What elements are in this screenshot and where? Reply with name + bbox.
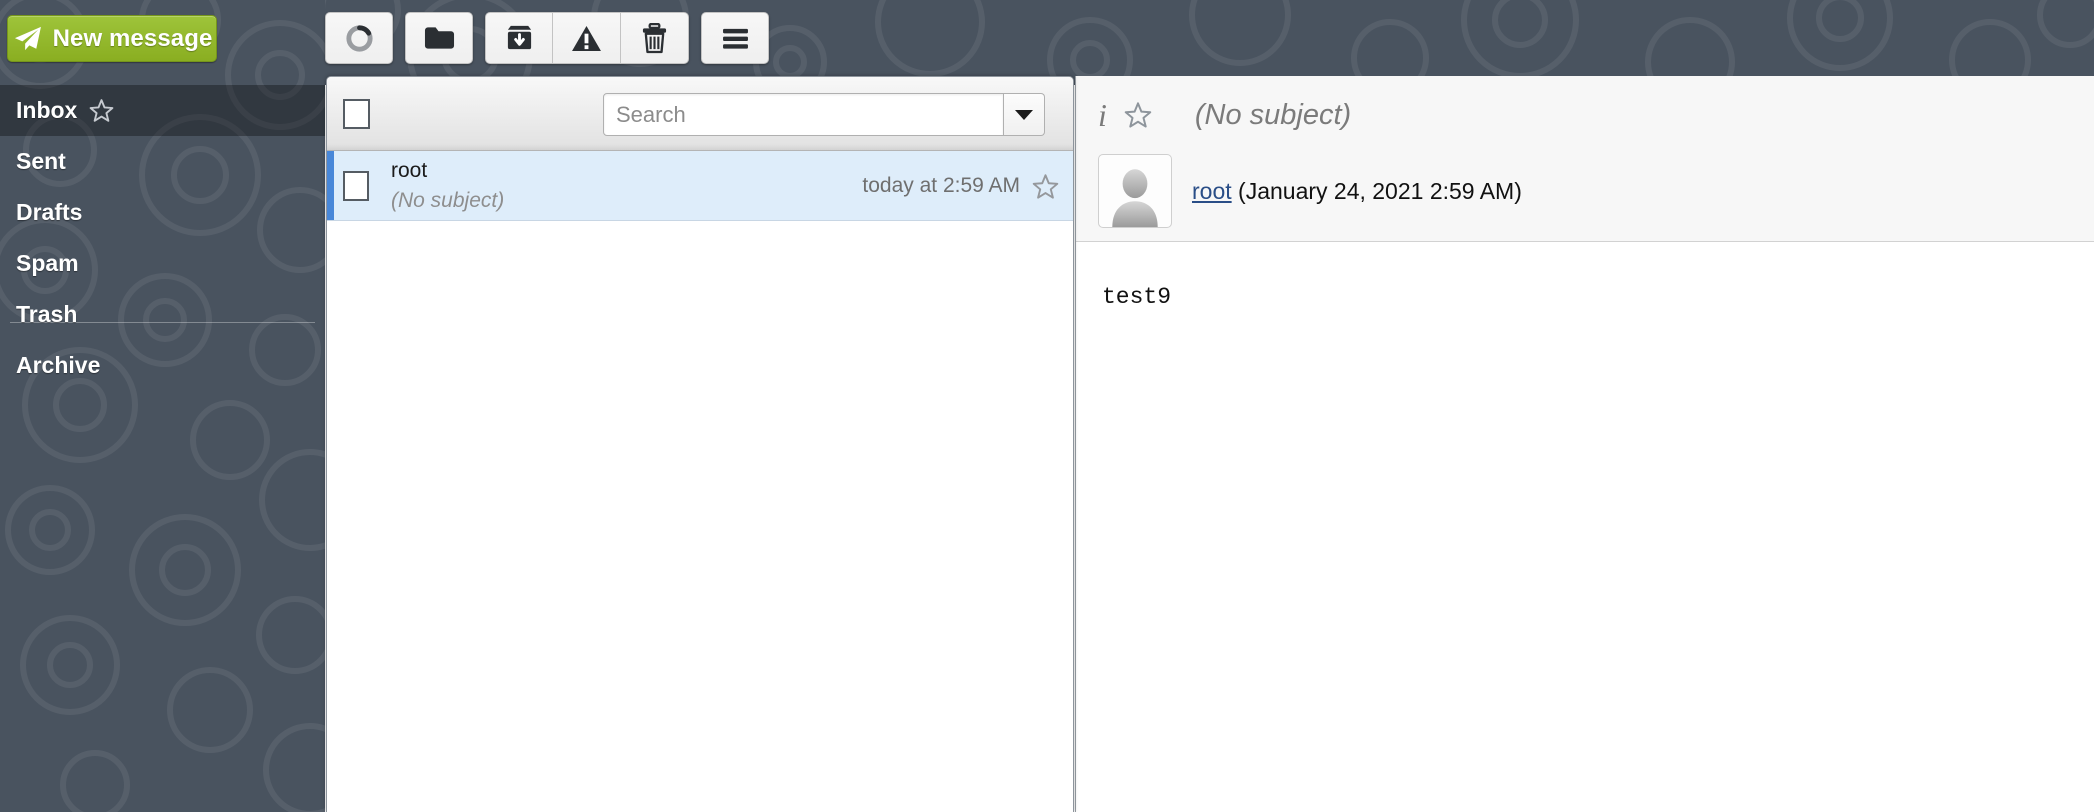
sidebar-item-label: Spam [16,250,79,276]
toolbar-group-actions [485,12,689,64]
toolbar-group-menu [701,12,769,64]
message-sender-row: root (January 24, 2021 2:59 AM) [1076,154,2094,228]
message-list-panel: root (No subject) today at 2:59 AM [326,76,1074,812]
message-subject: (No subject) [1194,98,1352,131]
toolbar-group-refresh [325,12,393,64]
table-row[interactable]: root (No subject) today at 2:59 AM [327,151,1073,221]
sidebar-item-label: Inbox [16,97,78,123]
flag-star-icon[interactable] [1124,101,1152,129]
hamburger-menu-icon [722,28,748,49]
message-list-empty-area [327,221,1073,812]
row-date: today at 2:59 AM [862,174,1020,197]
row-selection-bar [327,151,334,220]
sidebar-item-label: Sent [16,148,66,174]
sidebar-item-trash[interactable]: Trash [0,289,325,340]
archive-button[interactable] [485,12,553,64]
search-box [603,93,1045,136]
reading-pane: i (No subject) root (January 24, 2021 2:… [1075,76,2094,812]
sender-name-link[interactable]: root [1192,178,1232,204]
message-body: test9 [1102,284,1172,310]
sidebar-item-label: Trash [16,301,78,327]
refresh-button[interactable] [325,12,393,64]
sidebar-item-sent[interactable]: Sent [0,136,325,187]
folder-button[interactable] [405,12,473,64]
row-checkbox[interactable] [343,170,369,201]
sidebar-item-label: Archive [16,352,101,378]
message-sender-line: root (January 24, 2021 2:59 AM) [1192,178,1522,205]
avatar [1098,154,1172,228]
sidebar-item-inbox[interactable]: Inbox [0,85,325,136]
select-all-checkbox[interactable] [343,98,370,129]
folder-icon [424,27,454,49]
toolbar-group-folder [405,12,473,64]
row-subject: (No subject) [391,188,505,212]
new-message-button[interactable]: New message [7,15,217,62]
row-sender: root [391,158,428,182]
sidebar-item-drafts[interactable]: Drafts [0,187,325,238]
row-text: root (No subject) [391,156,504,216]
search-input[interactable] [603,93,1004,136]
delete-button[interactable] [621,12,689,64]
toolbar [325,12,781,64]
new-message-label: New message [52,24,213,52]
row-meta: today at 2:59 AM [862,151,1059,221]
user-placeholder-icon [1112,169,1158,227]
reading-pane-header: i (No subject) root (January 24, 2021 2:… [1076,76,2094,242]
info-icon[interactable]: i [1098,99,1107,131]
refresh-circle-icon [345,24,373,52]
folder-list: Inbox Sent Drafts Spam Trash Archive [0,85,325,391]
paper-plane-icon [14,26,41,50]
sidebar-item-label: Drafts [16,199,83,225]
sidebar-item-archive[interactable]: Archive [0,340,325,391]
sender-date: (January 24, 2021 2:59 AM) [1238,177,1522,204]
message-title-row: i (No subject) [1076,76,2094,154]
warning-triangle-icon [572,25,601,51]
message-list-header [327,77,1073,151]
archive-down-icon [507,25,531,49]
chevron-down-icon [1015,109,1033,120]
row-star-icon[interactable] [1032,173,1059,200]
star-icon[interactable] [89,98,114,123]
trash-icon [642,22,667,53]
menu-button[interactable] [701,12,769,64]
junk-button[interactable] [553,12,621,64]
sidebar-item-spam[interactable]: Spam [0,238,325,289]
search-options-button[interactable] [1004,93,1045,136]
webmail-app: New message Inbox Sent Drafts Spam Trash… [0,0,2094,812]
